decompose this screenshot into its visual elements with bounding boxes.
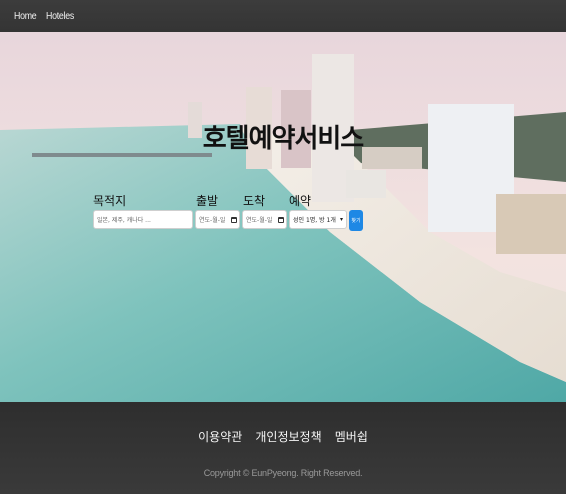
checkout-label: 도착 (243, 194, 266, 208)
checkout-date-field[interactable]: 연도-월-일 (242, 210, 287, 229)
copyright-text: Copyright © EunPyeong. Right Reserved. (203, 468, 363, 478)
page-title: 호텔예약서비스 (202, 124, 364, 154)
hero-section: 호텔예약서비스 목적지 출발 도착 예약 일본, 제주, 캐나다 ... 연도-… (0, 32, 566, 402)
checkin-date-placeholder: 연도-월-일 (199, 217, 226, 224)
calendar-icon[interactable] (278, 216, 284, 223)
guests-select[interactable]: 성인 1명, 방 1개 ▾ (289, 210, 347, 229)
checkin-label: 출발 (196, 194, 219, 208)
destination-label: 목적지 (93, 194, 127, 208)
footer: 이용약관 개인정보정책 멤버쉽 Copyright © EunPyeong. R… (0, 402, 566, 494)
destination-input[interactable]: 일본, 제주, 캐나다 ... (93, 210, 193, 229)
footer-link-privacy[interactable]: 개인정보정책 (255, 430, 321, 444)
guests-value: 성인 1명, 방 1개 (293, 217, 336, 224)
checkout-date-placeholder: 연도-월-일 (246, 217, 273, 224)
calendar-icon[interactable] (231, 216, 237, 223)
destination-placeholder: 일본, 제주, 캐나다 ... (97, 217, 151, 224)
footer-link-terms[interactable]: 이용약관 (198, 430, 242, 444)
checkin-date-field[interactable]: 연도-월-일 (195, 210, 240, 229)
nav-link-hoteles[interactable]: Hoteles (46, 11, 74, 22)
search-button[interactable]: 찾기 (349, 210, 363, 231)
navbar: Home Hoteles (0, 0, 566, 32)
chevron-down-icon: ▾ (339, 216, 343, 223)
nav-link-home[interactable]: Home (14, 11, 37, 22)
guests-label: 예약 (289, 194, 312, 208)
footer-link-membership[interactable]: 멤버쉽 (335, 430, 368, 444)
footer-links: 이용약관 개인정보정책 멤버쉽 (0, 426, 566, 445)
